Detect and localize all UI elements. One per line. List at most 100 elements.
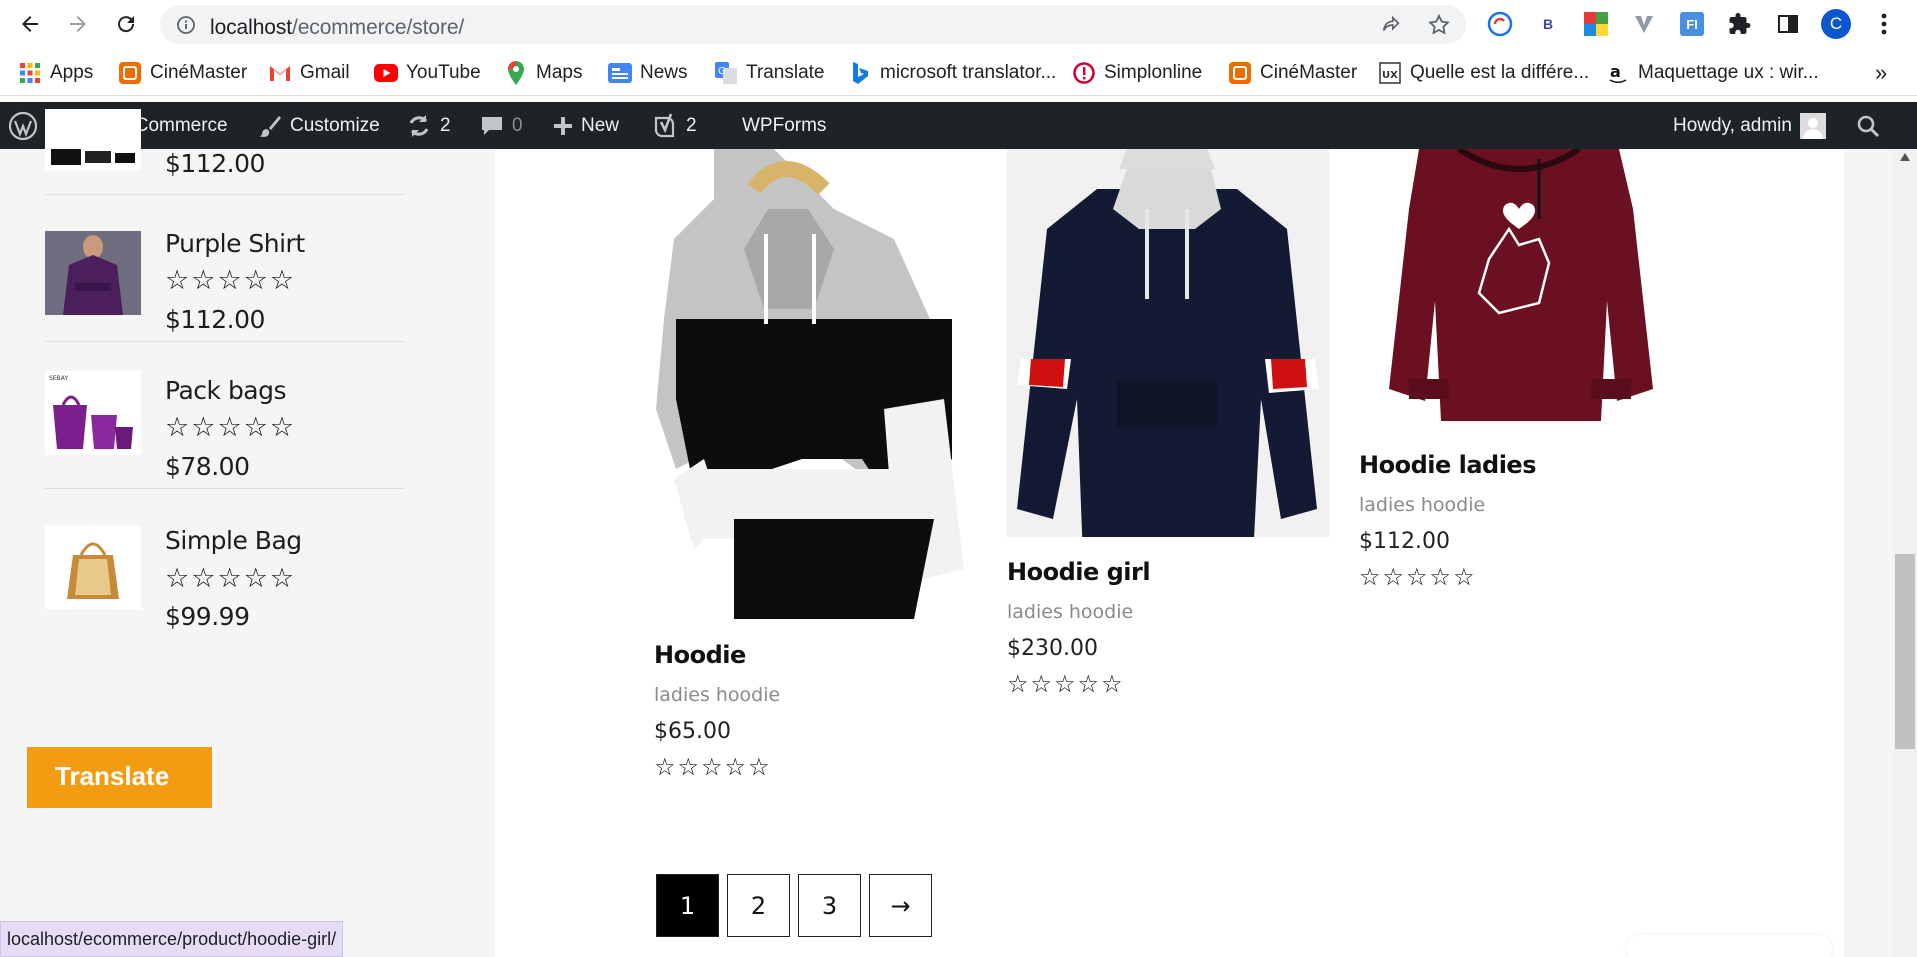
back-button[interactable] <box>14 8 46 40</box>
sidebar-product-item[interactable]: Simple Bag ☆ ☆ ☆ ☆ ☆ $99.99 <box>45 489 405 639</box>
bookmark-star-icon[interactable] <box>1427 13 1451 37</box>
side-panel-icon[interactable] <box>1772 8 1804 40</box>
sidebar: $112.00 Purple Shirt ☆ ☆ ☆ ☆ ☆ $112.00 SEBAY… <box>0 109 495 957</box>
amazon-icon: a <box>1606 61 1630 85</box>
extension-sync-icon[interactable] <box>1484 8 1516 40</box>
sidebar-product-item[interactable]: $112.00 <box>45 109 405 195</box>
adminbar-new-label: New <box>581 114 620 136</box>
extension-fi-icon[interactable]: FI <box>1676 8 1708 40</box>
bookmark-apps[interactable]: Apps <box>18 60 93 86</box>
star-icon: ☆ <box>191 563 216 594</box>
translate-widget-button[interactable]: Translate <box>27 747 212 808</box>
info-icon[interactable] <box>176 15 196 35</box>
svg-text:a: a <box>1610 62 1621 81</box>
address-url: localhost/ecommerce/store/ <box>210 16 464 40</box>
next-page-link[interactable]: → <box>869 874 932 937</box>
product-title[interactable]: Hoodie ladies <box>1359 451 1537 479</box>
adminbar-new[interactable]: New <box>553 102 619 149</box>
updates-count: 2 <box>440 114 451 136</box>
bookmark-maquettage[interactable]: a Maquettage ux : wir... <box>1606 60 1819 86</box>
svg-text:UX: UX <box>1382 70 1398 81</box>
extension-fi-label: FI <box>1680 12 1704 36</box>
bookmark-microsoft-translator[interactable]: microsoft translator... <box>848 60 1056 86</box>
bookmark-cinemaster[interactable]: CinéMaster <box>118 60 247 86</box>
star-icon: ☆ <box>243 563 268 594</box>
adminbar-customize-label: Customize <box>290 114 380 136</box>
howdy-label: Howdy, admin <box>1673 114 1792 136</box>
product-thumbnail[interactable] <box>45 231 141 315</box>
adminbar-search-button[interactable] <box>1856 102 1880 149</box>
bookmark-quelle-difference[interactable]: UX Quelle est la différe... <box>1378 60 1589 86</box>
bookmark-gmail[interactable]: Gmail <box>268 60 350 86</box>
page-scrollbar[interactable] <box>1893 149 1917 957</box>
page-3-link[interactable]: 3 <box>798 874 861 937</box>
scrollbar-thumb[interactable] <box>1895 554 1915 749</box>
reload-button[interactable] <box>110 8 142 40</box>
bookmarks-overflow-button[interactable]: » <box>1875 60 1887 86</box>
product-thumbnail[interactable] <box>45 109 141 171</box>
extensions-puzzle-icon[interactable] <box>1724 8 1756 40</box>
star-icon: ☆ <box>165 265 190 296</box>
wp-logo-button[interactable] <box>8 102 38 149</box>
product-category: ladies hoodie <box>1007 601 1134 623</box>
star-icon: ☆ <box>1382 563 1405 591</box>
translate-icon: G <box>714 61 738 85</box>
star-rating: ☆ ☆ ☆ ☆ ☆ <box>1007 672 1123 696</box>
extension-colorful-icon[interactable] <box>1580 8 1612 40</box>
extension-b-icon[interactable]: B <box>1532 8 1564 40</box>
browser-menu-icon[interactable] <box>1868 8 1900 40</box>
updates-refresh-icon <box>409 114 429 137</box>
star-icon: ☆ <box>165 412 190 443</box>
adminbar-customize[interactable]: Customize <box>258 102 380 149</box>
product-thumbnail[interactable] <box>45 525 141 609</box>
adminbar-updates[interactable]: 2 <box>406 102 451 149</box>
bookmark-label: Apps <box>50 62 94 83</box>
profile-avatar[interactable]: C <box>1820 8 1852 40</box>
brand-text: SEBAY <box>49 375 68 382</box>
share-icon[interactable] <box>1380 14 1402 36</box>
adminbar-comments[interactable]: 0 <box>480 102 523 149</box>
product-image-hoodie-ladies[interactable] <box>1359 149 1681 433</box>
product-name[interactable]: Simple Bag <box>165 526 302 555</box>
bookmark-label: Maps <box>536 62 583 83</box>
star-icon: ☆ <box>217 265 242 296</box>
star-icon: ☆ <box>724 753 747 781</box>
product-name[interactable]: Pack bags <box>165 376 287 405</box>
product-price: $112.00 <box>1359 529 1450 554</box>
product-name[interactable]: Purple Shirt <box>165 229 305 258</box>
bookmark-maps[interactable]: Maps <box>504 60 582 86</box>
bookmark-youtube[interactable]: YouTube <box>374 60 481 86</box>
reload-icon <box>118 16 135 33</box>
star-icon: ☆ <box>217 563 242 594</box>
product-category: ladies hoodie <box>1359 494 1486 516</box>
bookmark-news[interactable]: News <box>608 60 688 86</box>
youtube-icon <box>374 61 398 85</box>
page-2-link[interactable]: 2 <box>727 874 790 937</box>
sidebar-product-item[interactable]: SEBAY Pack bags ☆ ☆ ☆ ☆ ☆ $78.00 <box>45 342 405 489</box>
product-price: $78.00 <box>165 452 250 481</box>
bookmark-translate[interactable]: G Translate <box>714 60 825 86</box>
address-bar[interactable]: localhost/ecommerce/store/ <box>160 5 1466 44</box>
star-icon: ☆ <box>654 753 676 781</box>
wp-admin-bar: WooCommerce Customize 2 0 New 2 WPForms … <box>0 102 1917 149</box>
star-rating: ☆ ☆ ☆ ☆ ☆ <box>165 565 294 593</box>
product-title[interactable]: Hoodie girl <box>1007 558 1151 586</box>
product-thumbnail[interactable]: SEBAY <box>45 371 141 455</box>
product-image-hoodie[interactable] <box>654 149 974 619</box>
bookmark-label: News <box>640 62 688 83</box>
star-rating: ☆ ☆ ☆ ☆ ☆ <box>1359 565 1475 589</box>
adminbar-my-account[interactable]: Howdy, admin <box>1673 102 1826 149</box>
chat-widget-edge[interactable] <box>1627 935 1832 957</box>
adminbar-yoast[interactable]: 2 <box>652 102 697 149</box>
product-price: $99.99 <box>165 602 250 631</box>
extension-v-icon[interactable] <box>1628 8 1660 40</box>
bookmark-simplonline[interactable]: Simplonline <box>1072 60 1202 86</box>
bookmark-label: Maquettage ux : wir... <box>1638 62 1819 83</box>
adminbar-wpforms[interactable]: WPForms <box>742 102 826 149</box>
forward-button[interactable] <box>62 8 94 40</box>
status-bar-url: localhost/ecommerce/product/hoodie-girl/ <box>0 921 344 957</box>
product-title[interactable]: Hoodie <box>654 641 746 669</box>
bookmark-cinemaster-2[interactable]: CinéMaster <box>1228 60 1357 86</box>
sidebar-product-item[interactable]: Purple Shirt ☆ ☆ ☆ ☆ ☆ $112.00 <box>45 195 405 342</box>
product-image-hoodie-girl[interactable] <box>1007 149 1329 537</box>
